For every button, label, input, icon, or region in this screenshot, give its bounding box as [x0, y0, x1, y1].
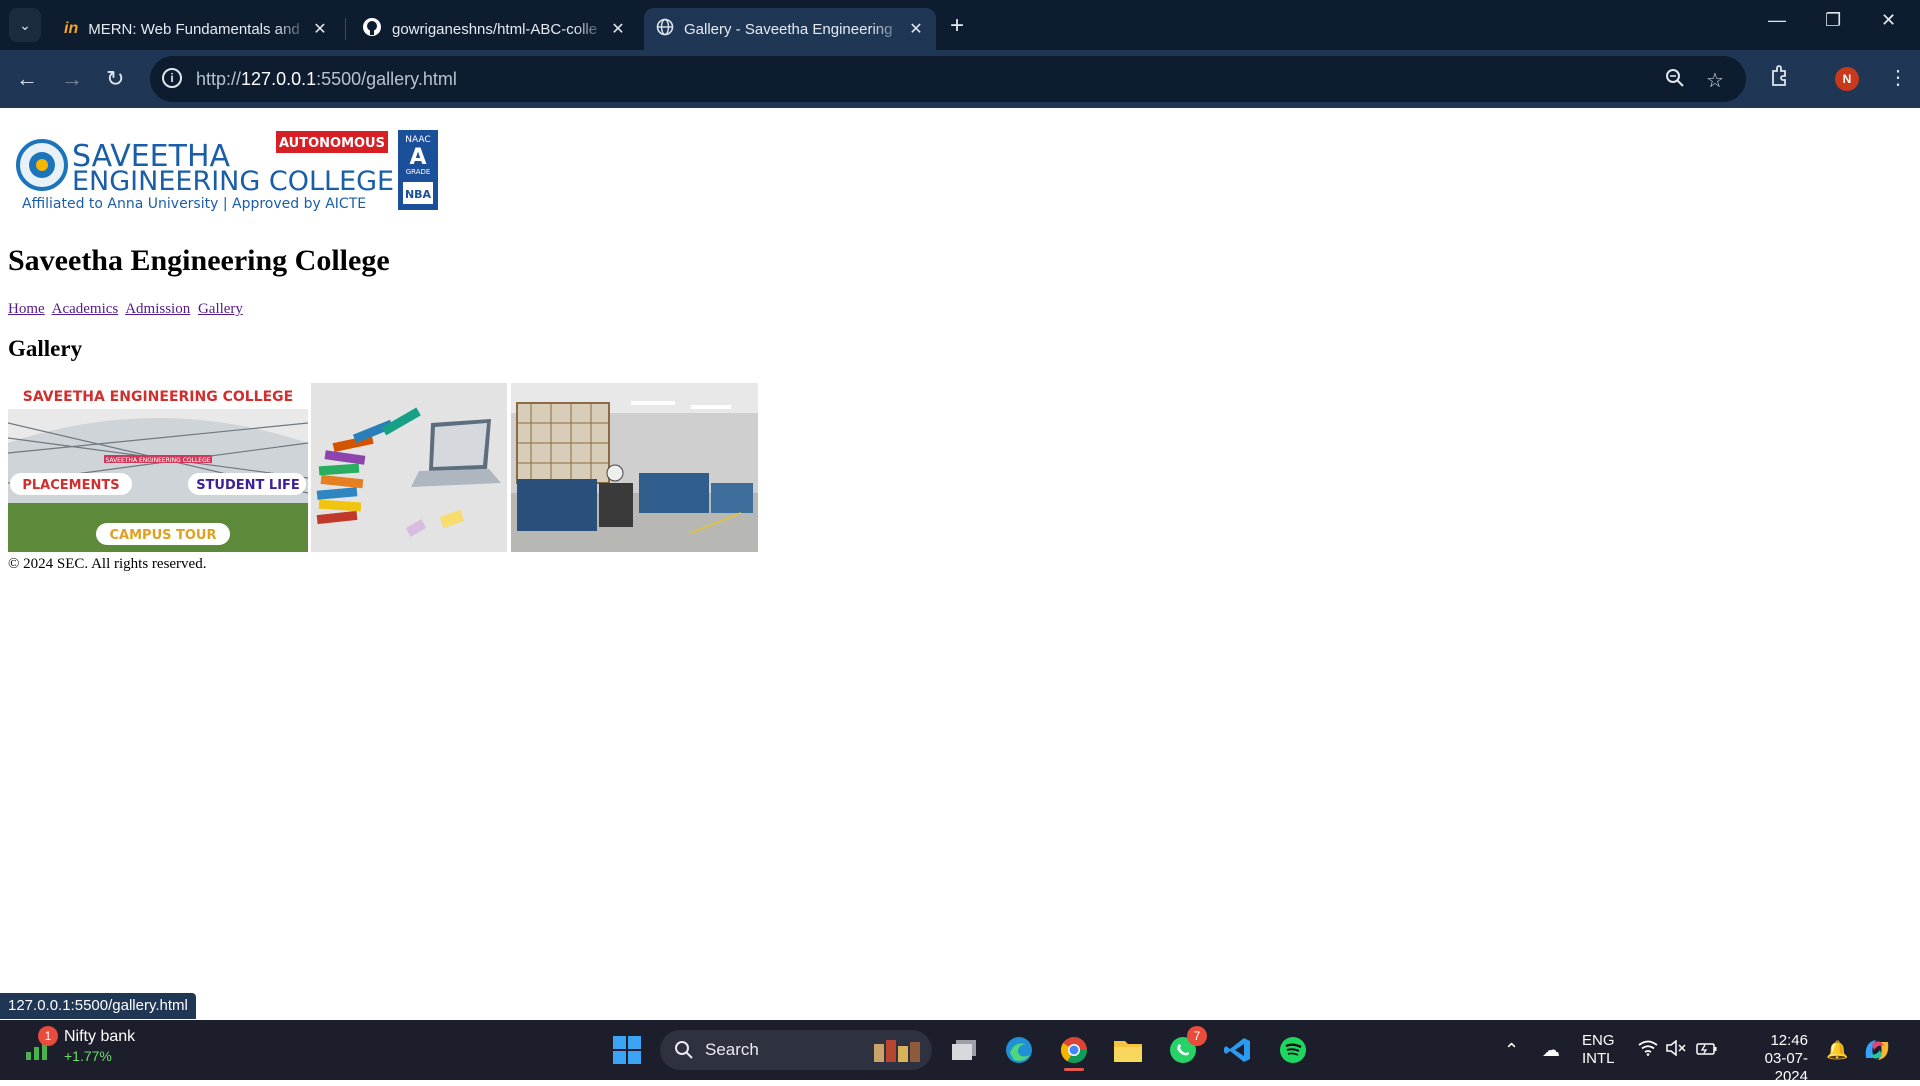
tab-strip: ⌄ in MERN: Web Fundamentals and ✕ gowrig…: [0, 0, 1920, 50]
tab-github[interactable]: gowriganeshns/html-ABC-colle ✕: [350, 8, 638, 50]
extensions-icon[interactable]: [1770, 65, 1790, 93]
profile-avatar[interactable]: N: [1835, 67, 1859, 91]
nav-link-gallery[interactable]: Gallery: [198, 301, 243, 317]
battery-icon[interactable]: [1696, 1040, 1718, 1061]
close-window-icon[interactable]: ✕: [1881, 10, 1896, 31]
windows-start-icon[interactable]: [607, 1030, 647, 1070]
nav-link-home[interactable]: Home: [8, 301, 45, 317]
edge-icon[interactable]: [999, 1030, 1039, 1070]
close-icon[interactable]: ✕: [310, 19, 330, 39]
chevron-down-icon: ⌄: [19, 16, 31, 33]
gallery-image-campus: SAVEETHA ENGINEERING COLLEGE SAVEETHA EN…: [8, 383, 308, 552]
svg-text:STUDENT LIFE: STUDENT LIFE: [196, 478, 300, 493]
svg-text:SAVEETHA ENGINEERING COLLEGE: SAVEETHA ENGINEERING COLLEGE: [105, 457, 210, 464]
close-icon[interactable]: ✕: [906, 19, 926, 39]
minimize-icon[interactable]: —: [1768, 10, 1786, 31]
close-icon[interactable]: ✕: [608, 19, 628, 39]
github-icon: [362, 17, 382, 41]
widget-change: +1.77%: [64, 1048, 112, 1064]
volume-muted-icon[interactable]: [1666, 1039, 1686, 1061]
zoom-icon[interactable]: [1665, 68, 1685, 94]
svg-text:Affiliated to Anna University: Affiliated to Anna University | Approved…: [22, 196, 366, 212]
vscode-icon[interactable]: [1218, 1030, 1258, 1070]
whatsapp-icon[interactable]: 7: [1163, 1026, 1207, 1070]
svg-text:ENGINEERING COLLEGE: ENGINEERING COLLEGE: [72, 166, 394, 197]
clock-date: 03-07-2024: [1764, 1050, 1808, 1085]
site-nav: Home Academics Admission Gallery: [8, 301, 247, 318]
restore-icon[interactable]: ❐: [1825, 10, 1841, 31]
file-explorer-icon[interactable]: [1108, 1030, 1148, 1070]
page-title: Saveetha Engineering College: [8, 244, 390, 277]
widget-title: Nifty bank: [64, 1028, 136, 1045]
lang-top: ENG: [1582, 1032, 1615, 1049]
taskbar-search[interactable]: Search: [660, 1030, 932, 1070]
nav-link-academics[interactable]: Academics: [52, 301, 119, 317]
coursera-icon: in: [64, 20, 79, 37]
tab-gallery[interactable]: Gallery - Saveetha Engineering ✕: [644, 8, 936, 50]
onedrive-icon[interactable]: ☁: [1542, 1040, 1560, 1061]
svg-text:AUTONOMOUS: AUTONOMOUS: [279, 136, 385, 151]
back-arrow-icon[interactable]: ←: [16, 66, 38, 92]
gallery-heading: Gallery: [8, 336, 83, 361]
chevron-up-icon[interactable]: ⌃: [1504, 1040, 1519, 1061]
svg-text:NBA: NBA: [405, 188, 432, 201]
search-label: Search: [705, 1040, 759, 1059]
gallery-image-books: [311, 383, 507, 552]
svg-text:CAMPUS TOUR: CAMPUS TOUR: [110, 528, 217, 543]
notification-bell-icon[interactable]: 🔔: [1826, 1040, 1848, 1061]
widget-badge: 1: [38, 1026, 58, 1046]
lang-bottom: INTL: [1582, 1050, 1615, 1067]
college-logo: SAVEETHA ENGINEERING COLLEGE Affiliated …: [14, 130, 442, 214]
active-indicator: [1064, 1068, 1084, 1071]
whatsapp-badge: 7: [1187, 1026, 1207, 1046]
tab-divider: [345, 18, 346, 40]
gallery-image-lab: [511, 383, 758, 552]
browser-toolbar: ← → ↻ i http://127.0.0.1:5500/gallery.ht…: [0, 50, 1920, 108]
windows-taskbar: 1 Nifty bank +1.77% Search 7 ⌃ ☁ ENG INT…: [0, 1020, 1920, 1085]
clock[interactable]: 12:46 03-07-2024: [1736, 1032, 1808, 1086]
svg-text:NAAC: NAAC: [405, 135, 430, 145]
reload-icon[interactable]: ↻: [106, 66, 124, 92]
link-status-bubble: 127.0.0.1:5500/gallery.html: [0, 993, 196, 1019]
input-language[interactable]: ENG INTL: [1582, 1032, 1615, 1068]
tab-mern[interactable]: in MERN: Web Fundamentals and ✕: [52, 8, 340, 50]
tab-title: gowriganeshns/html-ABC-colle: [392, 20, 598, 38]
globe-icon: [656, 18, 674, 40]
search-icon: [674, 1040, 694, 1065]
chrome-icon[interactable]: [1054, 1030, 1094, 1071]
tab-search-button[interactable]: ⌄: [9, 8, 41, 42]
forward-arrow-icon[interactable]: →: [61, 66, 83, 92]
clock-time: 12:46: [1770, 1032, 1808, 1049]
url-text[interactable]: http://127.0.0.1:5500/gallery.html: [196, 69, 457, 90]
wifi-icon[interactable]: [1638, 1040, 1658, 1061]
web-page: SAVEETHA ENGINEERING COLLEGE Affiliated …: [0, 108, 1920, 1020]
page-footer: © 2024 SEC. All rights reserved.: [8, 556, 207, 572]
copilot-icon[interactable]: [1862, 1036, 1892, 1069]
tab-title: MERN: Web Fundamentals and: [88, 20, 300, 38]
spotify-icon[interactable]: [1273, 1030, 1313, 1070]
tab-title: Gallery - Saveetha Engineering: [684, 20, 893, 38]
search-highlight-icon: [870, 1036, 926, 1069]
address-bar[interactable]: i http://127.0.0.1:5500/gallery.html ☆: [150, 56, 1746, 102]
svg-text:GRADE: GRADE: [406, 168, 431, 176]
task-view-icon[interactable]: [944, 1030, 984, 1070]
new-tab-button[interactable]: +: [950, 12, 964, 40]
nav-link-admission[interactable]: Admission: [125, 301, 190, 317]
menu-kebab-icon[interactable]: ⋮: [1888, 65, 1908, 90]
site-info-icon[interactable]: i: [162, 68, 182, 88]
svg-text:SAVEETHA ENGINEERING COLLEGE: SAVEETHA ENGINEERING COLLEGE: [23, 389, 293, 405]
bookmark-star-icon[interactable]: ☆: [1706, 68, 1724, 93]
svg-text:PLACEMENTS: PLACEMENTS: [22, 478, 119, 493]
svg-text:A: A: [409, 145, 426, 170]
